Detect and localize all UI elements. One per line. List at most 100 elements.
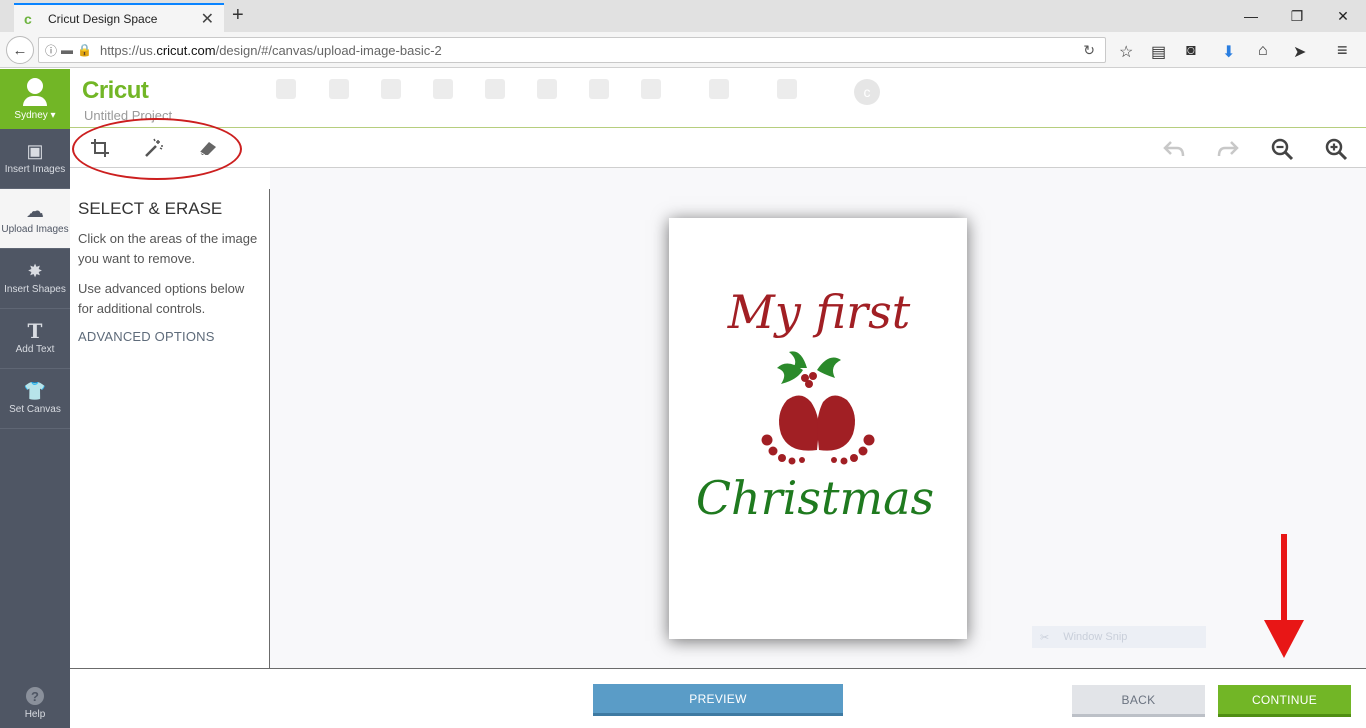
home-icon[interactable]: ⌂ [1258, 42, 1268, 60]
save-disabled [316, 79, 362, 104]
folder-icon [276, 79, 296, 99]
bookmark-star-icon[interactable]: ☆ [1119, 42, 1133, 62]
pocket-icon[interactable]: ◙ [1186, 42, 1196, 60]
image-icon: ▣ [26, 141, 44, 161]
magic-wand-icon[interactable] [142, 136, 166, 160]
sidebar-item-insert-shapes[interactable]: ✸ Insert Shapes [0, 249, 70, 309]
panel-instruction-1: Click on the areas of the image you want… [78, 231, 258, 266]
mirror-disabled [696, 79, 742, 104]
back-arrow-icon[interactable]: ← [6, 36, 34, 64]
mirror-icon [709, 79, 729, 99]
flip-icon [777, 79, 797, 99]
artwork-line-2: Christmas [696, 471, 934, 525]
cricut-favicon-icon: c [24, 10, 32, 27]
restore-icon[interactable]: ❐ [1274, 0, 1320, 32]
continue-button[interactable]: CONTINUE [1218, 685, 1351, 717]
sidebar-item-insert-images[interactable]: ▣ Insert Images [0, 129, 70, 189]
app-header: Cricut Untitled Project c [70, 69, 1366, 128]
holly-icon [777, 351, 841, 388]
help-icon: ? [26, 687, 44, 705]
browser-navbar: ← ⓘ ▬ 🔒 https://us. cricut.com/design/#/c… [0, 32, 1366, 68]
undo-disabled [368, 79, 414, 104]
go-disabled: c [844, 79, 890, 109]
user-name: Sydney ▾ [14, 109, 56, 121]
zoom-in-icon[interactable] [1323, 136, 1349, 162]
sidebar-item-set-canvas[interactable]: 👕 Set Canvas [0, 369, 70, 429]
browser-tab[interactable]: c Cricut Design Space ✕ [14, 3, 224, 32]
url-prefix: https://us. [99, 42, 157, 58]
user-avatar-body [23, 95, 47, 106]
user-menu[interactable]: Sydney ▾ [0, 69, 70, 129]
image-artboard[interactable]: My first Christmas [669, 218, 967, 639]
sidebar-item-upload-images[interactable]: ☁ Upload Images [0, 189, 70, 249]
tab-title: Cricut Design Space [48, 11, 158, 26]
go-icon: c [854, 79, 880, 105]
footer-bar: PREVIEW BACK CONTINUE [70, 668, 1366, 728]
artwork-line-1: My first [727, 285, 911, 339]
sidebar-item-label: Set Canvas [9, 404, 61, 415]
sidebar-item-help[interactable]: ? Help [0, 679, 70, 728]
reader-view-icon[interactable]: ▤ [1151, 42, 1166, 62]
sidebar-item-label: Insert Shapes [4, 284, 66, 295]
download-icon[interactable]: ⬇ [1222, 42, 1235, 62]
select-erase-panel: SELECT & ERASE Click on the areas of the… [70, 189, 270, 668]
sidebar-item-add-text[interactable]: T Add Text [0, 309, 70, 369]
ungroup-icon [537, 79, 557, 99]
info-icon[interactable]: ⓘ [45, 42, 57, 59]
sidebar-item-label: Upload Images [1, 224, 69, 235]
close-tab-icon[interactable]: ✕ [201, 9, 214, 29]
preview-button[interactable]: PREVIEW [593, 684, 843, 716]
help-label: Help [24, 709, 46, 720]
user-avatar-icon [27, 77, 43, 94]
undo-icon[interactable] [1161, 136, 1187, 162]
attach-disabled [576, 79, 622, 104]
panel-instruction-2: Use advanced options below for additiona… [78, 281, 245, 316]
reload-icon[interactable]: ↻ [1083, 42, 1095, 59]
redo-disabled [420, 79, 466, 104]
window-snip-label: Window Snip [1063, 631, 1128, 643]
cricut-logo: Cricut [82, 77, 149, 104]
shapes-icon: ✸ [27, 261, 43, 281]
tshirt-icon: 👕 [23, 381, 47, 401]
minimize-icon[interactable]: — [1228, 0, 1274, 32]
panel-title: SELECT & ERASE [78, 199, 223, 218]
attach-icon [589, 79, 609, 99]
snip-icon: ✂ [1040, 631, 1050, 644]
flip-disabled [764, 79, 810, 104]
image-tools-bar [70, 118, 1366, 180]
crop-tool-icon[interactable] [88, 136, 112, 160]
annotation-arrow-icon [1264, 534, 1304, 658]
slice-disabled [628, 79, 674, 104]
back-button[interactable]: BACK [1072, 685, 1205, 717]
redo-icon[interactable] [1215, 136, 1241, 162]
file-menu-disabled [263, 79, 309, 104]
user-name-text: Sydney [14, 109, 48, 121]
close-window-icon[interactable]: ✕ [1320, 0, 1366, 32]
window-snip-overlay: ✂ Window Snip [1032, 626, 1206, 648]
send-icon[interactable]: ➤ [1293, 42, 1306, 62]
lock-icon: 🔒 [77, 43, 92, 57]
menu-icon[interactable]: ≡ [1337, 40, 1348, 61]
browser-tab-strip: c Cricut Design Space ✕ + — ❐ ✕ [0, 0, 1366, 32]
group-icon [485, 79, 505, 99]
slice-icon [641, 79, 661, 99]
group-disabled [472, 79, 518, 104]
address-bar[interactable]: ⓘ ▬ 🔒 https://us. cricut.com/design/#/can… [38, 37, 1106, 63]
cloud-upload-icon: ☁ [26, 201, 44, 221]
ungroup-disabled [524, 79, 570, 104]
canvas-area[interactable]: My first Christmas ✂ Window Snip [270, 168, 1366, 668]
eraser-icon[interactable] [196, 136, 220, 160]
zoom-out-icon[interactable] [1269, 136, 1295, 162]
sidebar-item-label: Add Text [15, 344, 55, 355]
sidebar-item-label: Insert Images [4, 164, 66, 175]
text-icon: T [27, 319, 43, 343]
redo-icon [433, 79, 453, 99]
baby-footprints-icon [761, 395, 875, 465]
advanced-options-link[interactable]: ADVANCED OPTIONS [78, 329, 261, 344]
new-tab-icon[interactable]: + [232, 4, 244, 27]
url-path: /design/#/canvas/upload-image-basic-2 [215, 42, 442, 58]
undo-icon [381, 79, 401, 99]
page-icon: ▬ [61, 43, 74, 57]
left-sidebar: Sydney ▾ ▣ Insert Images ☁ Upload Images… [0, 69, 70, 728]
save-icon [329, 79, 349, 99]
